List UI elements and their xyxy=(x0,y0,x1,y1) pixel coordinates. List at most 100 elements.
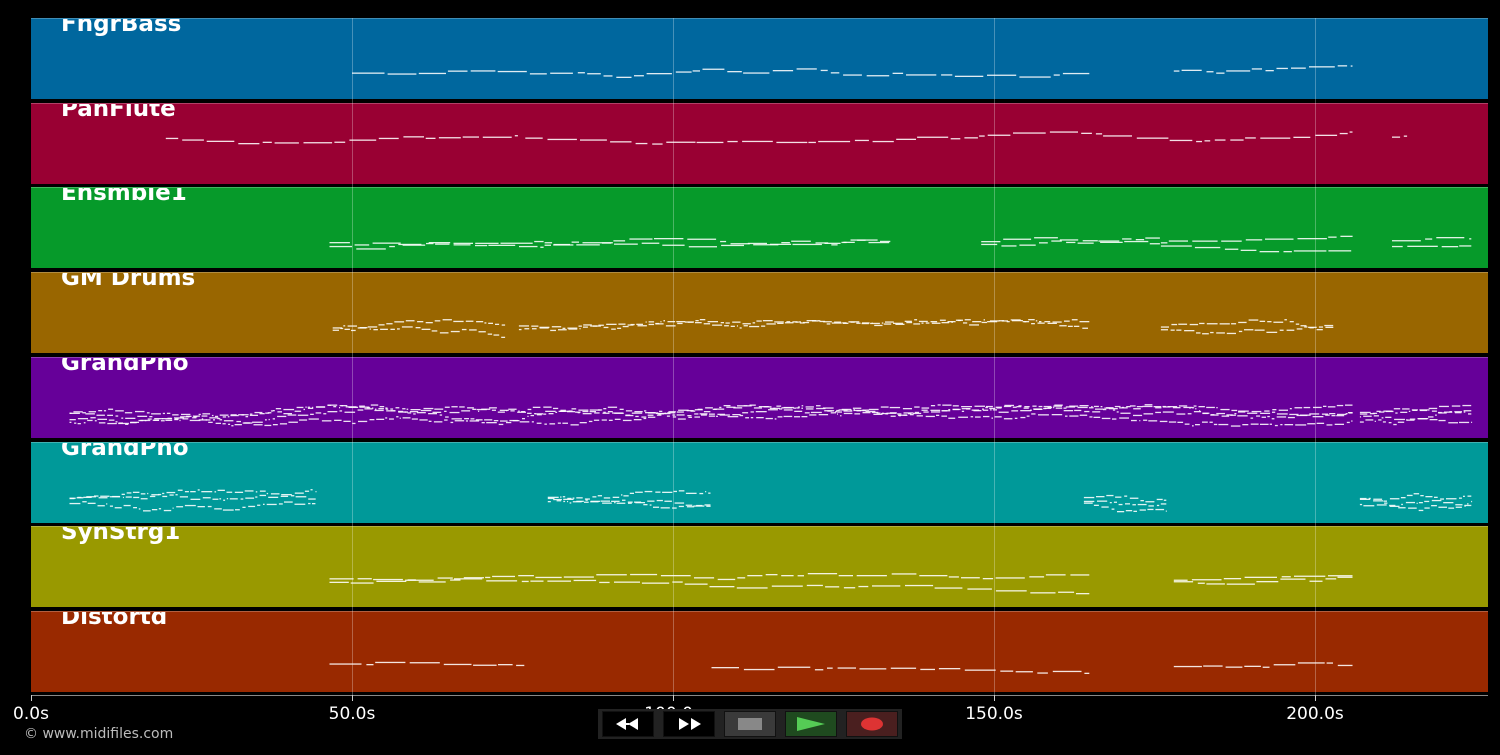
note xyxy=(1145,501,1155,503)
note xyxy=(1438,419,1446,422)
note xyxy=(660,575,691,577)
note xyxy=(1196,140,1202,143)
note xyxy=(444,419,448,421)
note xyxy=(190,498,201,500)
note xyxy=(94,420,97,422)
note xyxy=(573,579,597,582)
note xyxy=(1280,424,1283,426)
note xyxy=(781,575,794,577)
track-lane[interactable]: Distortd xyxy=(31,611,1488,692)
note xyxy=(571,241,579,243)
note xyxy=(750,411,754,413)
track-lane[interactable]: PanFlute xyxy=(31,103,1488,184)
note xyxy=(1143,413,1154,415)
note xyxy=(881,322,884,324)
note xyxy=(272,424,278,426)
note xyxy=(974,405,985,407)
note xyxy=(801,416,808,418)
note xyxy=(1276,67,1288,70)
note xyxy=(375,408,377,410)
note xyxy=(986,405,993,408)
fast-forward-button[interactable] xyxy=(663,711,715,737)
note xyxy=(133,496,140,499)
note xyxy=(77,496,82,499)
note xyxy=(992,409,997,411)
note xyxy=(488,244,516,246)
note xyxy=(906,321,913,324)
note xyxy=(773,407,780,409)
note xyxy=(1359,411,1371,414)
note xyxy=(736,587,768,589)
note xyxy=(803,321,810,324)
note xyxy=(366,664,374,666)
note xyxy=(1019,244,1036,246)
note xyxy=(941,74,953,76)
note xyxy=(1173,665,1202,668)
note xyxy=(1206,583,1225,585)
note xyxy=(862,412,871,414)
track-lane[interactable]: GrandPno xyxy=(31,442,1488,523)
track-lane[interactable]: GM Drums xyxy=(31,272,1488,353)
note xyxy=(288,421,298,423)
note xyxy=(816,405,821,407)
note xyxy=(889,412,897,414)
note xyxy=(1111,508,1115,510)
note xyxy=(1408,410,1411,412)
note xyxy=(1044,407,1052,409)
note xyxy=(96,414,105,416)
note xyxy=(1262,666,1270,668)
note xyxy=(618,323,626,325)
note xyxy=(923,411,929,413)
note xyxy=(1359,503,1363,506)
note xyxy=(364,408,373,410)
note xyxy=(1394,418,1405,421)
note xyxy=(955,319,963,321)
note xyxy=(579,422,587,424)
note xyxy=(964,669,996,671)
note xyxy=(495,323,500,325)
note xyxy=(556,500,562,502)
note xyxy=(162,418,173,420)
track-lane[interactable]: FngrBass xyxy=(31,18,1488,99)
note xyxy=(836,409,840,412)
stop-icon xyxy=(738,718,762,730)
track-lane[interactable]: GrandPno xyxy=(31,357,1488,438)
note xyxy=(279,423,288,425)
note xyxy=(1376,410,1381,412)
note xyxy=(1066,241,1076,244)
note xyxy=(1049,131,1078,133)
note xyxy=(197,506,205,508)
track-lane[interactable]: Ensmble1 xyxy=(31,187,1488,268)
note xyxy=(1467,503,1469,505)
note xyxy=(527,415,529,417)
note xyxy=(1206,323,1218,325)
note xyxy=(467,407,474,409)
play-button[interactable] xyxy=(785,711,837,737)
note xyxy=(739,414,744,417)
note xyxy=(1238,321,1247,324)
note xyxy=(1194,246,1221,249)
rewind-button[interactable] xyxy=(602,711,654,737)
note xyxy=(737,577,746,579)
note-roll xyxy=(329,235,1472,253)
note xyxy=(90,417,96,419)
note xyxy=(559,410,570,412)
track-lane[interactable]: SynStrg1 xyxy=(31,526,1488,607)
record-button[interactable] xyxy=(846,711,898,737)
note xyxy=(643,504,648,506)
note xyxy=(329,578,354,580)
note xyxy=(1191,579,1222,581)
note xyxy=(329,245,352,248)
note xyxy=(961,577,980,579)
note xyxy=(1032,405,1037,407)
stop-button[interactable] xyxy=(724,711,776,737)
note xyxy=(181,413,191,416)
note xyxy=(1369,413,1375,415)
note xyxy=(659,410,663,412)
note xyxy=(653,506,660,508)
note xyxy=(696,141,724,144)
note xyxy=(1129,497,1139,499)
note xyxy=(1140,500,1144,502)
note xyxy=(862,410,866,412)
note xyxy=(434,320,441,322)
